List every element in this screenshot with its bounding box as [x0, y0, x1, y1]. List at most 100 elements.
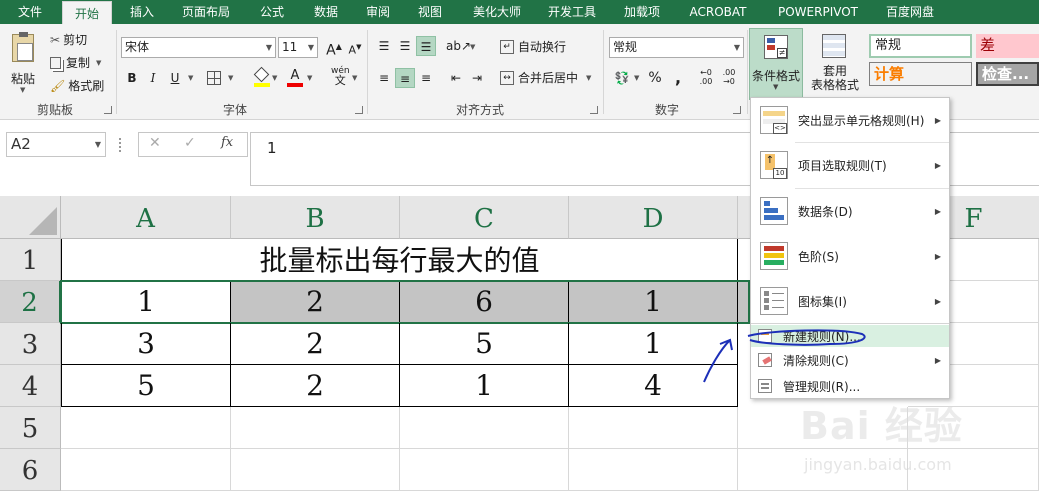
- cell-a2[interactable]: 1: [61, 281, 231, 323]
- accounting-format-button[interactable]: 💱: [612, 68, 632, 88]
- wrap-text-button[interactable]: ↵ 自动换行: [500, 38, 566, 55]
- cell-d4[interactable]: 4: [569, 365, 738, 407]
- increase-decimal-button[interactable]: ←0.00: [696, 68, 716, 88]
- underline-button[interactable]: U: [165, 68, 185, 88]
- tab-baidu-netdisk[interactable]: 百度网盘: [872, 0, 948, 24]
- cell-d6[interactable]: [569, 449, 738, 491]
- cell-c2[interactable]: 6: [400, 281, 569, 323]
- tab-developer[interactable]: 开发工具: [536, 0, 608, 24]
- cell-d5[interactable]: [569, 407, 738, 449]
- paste-button[interactable]: 粘贴 ▼: [6, 30, 42, 96]
- chevron-down-icon[interactable]: ▼: [228, 74, 233, 82]
- select-all-corner[interactable]: [0, 196, 61, 239]
- row-header-2[interactable]: 2: [0, 281, 61, 323]
- tab-page-layout[interactable]: 页面布局: [172, 0, 240, 24]
- chevron-down-icon[interactable]: ▼: [188, 74, 193, 82]
- style-normal[interactable]: 常规: [869, 34, 972, 58]
- row-header-4[interactable]: 4: [0, 365, 61, 407]
- row-header-1[interactable]: 1: [0, 239, 61, 281]
- cell-c4[interactable]: 1: [400, 365, 569, 407]
- row-header-3[interactable]: 3: [0, 323, 61, 365]
- cell-a6[interactable]: [61, 449, 231, 491]
- tab-review[interactable]: 审阅: [350, 0, 406, 24]
- copy-button[interactable]: 复制 ▼: [50, 54, 101, 71]
- dialog-launcher-icon[interactable]: [590, 106, 598, 114]
- bold-button[interactable]: B: [122, 68, 142, 88]
- borders-icon[interactable]: [207, 71, 221, 85]
- cell-e6[interactable]: [738, 449, 908, 491]
- orientation-button[interactable]: ab↗: [446, 36, 471, 56]
- tab-beautify[interactable]: 美化大师: [460, 0, 534, 24]
- cancel-icon[interactable]: ✕: [149, 135, 161, 151]
- style-bad[interactable]: 差: [976, 34, 1039, 58]
- cell-c6[interactable]: [400, 449, 569, 491]
- cut-button[interactable]: ✂ 剪切: [50, 31, 87, 48]
- cell-c3[interactable]: 5: [400, 323, 569, 365]
- resize-handle[interactable]: [119, 138, 123, 152]
- conditional-formatting-button[interactable]: ≠ 条件格式 ▼: [749, 28, 803, 100]
- cell-c5[interactable]: [400, 407, 569, 449]
- dialog-launcher-icon[interactable]: [733, 106, 741, 114]
- chevron-down-icon[interactable]: ▼: [307, 74, 312, 82]
- cell-b4[interactable]: 2: [231, 365, 400, 407]
- dialog-launcher-icon[interactable]: [104, 106, 112, 114]
- column-header-b[interactable]: B: [231, 196, 400, 239]
- format-painter-button[interactable]: 🖌 格式刷: [50, 77, 104, 94]
- style-check-cell[interactable]: 检查...: [976, 62, 1039, 86]
- tab-home[interactable]: 开始: [62, 1, 112, 24]
- cell-d2[interactable]: 1: [569, 281, 738, 323]
- menu-item-clear-rules[interactable]: 清除规则(C) ▶: [751, 349, 949, 371]
- increase-indent-button[interactable]: ⇥: [467, 68, 487, 88]
- format-as-table-button[interactable]: 套用 表格格式: [806, 28, 864, 100]
- tab-acrobat[interactable]: ACROBAT: [678, 0, 758, 24]
- cell-f5[interactable]: [908, 407, 1039, 449]
- column-header-d[interactable]: D: [569, 196, 738, 239]
- row-header-6[interactable]: 6: [0, 449, 61, 491]
- name-box[interactable]: A2 ▼: [6, 132, 106, 157]
- percent-button[interactable]: %: [645, 68, 665, 88]
- tab-insert[interactable]: 插入: [114, 0, 170, 24]
- phonetic-button[interactable]: wén 文: [331, 66, 350, 86]
- insert-function-button[interactable]: fx: [221, 135, 233, 150]
- column-header-a[interactable]: A: [61, 196, 231, 239]
- dialog-launcher-icon[interactable]: [355, 106, 363, 114]
- italic-button[interactable]: I: [143, 68, 163, 88]
- menu-item-data-bars[interactable]: 数据条(D) ▶: [751, 189, 949, 233]
- tab-data[interactable]: 数据: [298, 0, 354, 24]
- row-header-5[interactable]: 5: [0, 407, 61, 449]
- cell-b3[interactable]: 2: [231, 323, 400, 365]
- chevron-down-icon[interactable]: ▼: [470, 43, 475, 51]
- cell-a3[interactable]: 3: [61, 323, 231, 365]
- align-middle-button[interactable]: ☰: [395, 36, 415, 56]
- style-calculation[interactable]: 计算: [869, 62, 972, 86]
- align-right-button[interactable]: ≡: [416, 68, 436, 88]
- tab-file[interactable]: 文件: [0, 0, 60, 24]
- column-header-c[interactable]: C: [400, 196, 569, 239]
- tab-powerpivot[interactable]: POWERPIVOT: [764, 0, 872, 24]
- tab-view[interactable]: 视图: [402, 0, 458, 24]
- cell-f6[interactable]: [908, 449, 1039, 491]
- font-size-select[interactable]: 11 ▼: [278, 37, 318, 58]
- decrease-indent-button[interactable]: ⇤: [446, 68, 466, 88]
- tab-formulas[interactable]: 公式: [244, 0, 300, 24]
- tab-addins[interactable]: 加载项: [612, 0, 672, 24]
- menu-item-color-scales[interactable]: 色阶(S) ▶: [751, 234, 949, 278]
- font-color-icon[interactable]: A: [287, 68, 303, 88]
- align-top-button[interactable]: ☰: [374, 36, 394, 56]
- enter-icon[interactable]: ✓: [184, 135, 196, 151]
- decrease-decimal-button[interactable]: .00 →0: [719, 68, 739, 88]
- cell-b6[interactable]: [231, 449, 400, 491]
- chevron-down-icon[interactable]: ▼: [352, 74, 357, 82]
- cell-e5[interactable]: [738, 407, 908, 449]
- menu-item-new-rule[interactable]: 新建规则(N)...: [751, 325, 949, 347]
- shrink-font-button[interactable]: A▼: [345, 37, 365, 57]
- grow-font-button[interactable]: A▲: [324, 37, 344, 59]
- cell-a4[interactable]: 5: [61, 365, 231, 407]
- menu-item-icon-sets[interactable]: 图标集(I) ▶: [751, 279, 949, 323]
- comma-style-button[interactable]: ,: [668, 68, 688, 88]
- number-format-select[interactable]: 常规 ▼: [609, 37, 744, 58]
- menu-item-highlight-cells-rules[interactable]: <> 突出显示单元格规则(H) ▶: [751, 98, 949, 142]
- menu-item-top-bottom-rules[interactable]: ↑ 10 项目选取规则(T) ▶: [751, 143, 949, 187]
- chevron-down-icon[interactable]: ▼: [272, 74, 277, 82]
- cell-a5[interactable]: [61, 407, 231, 449]
